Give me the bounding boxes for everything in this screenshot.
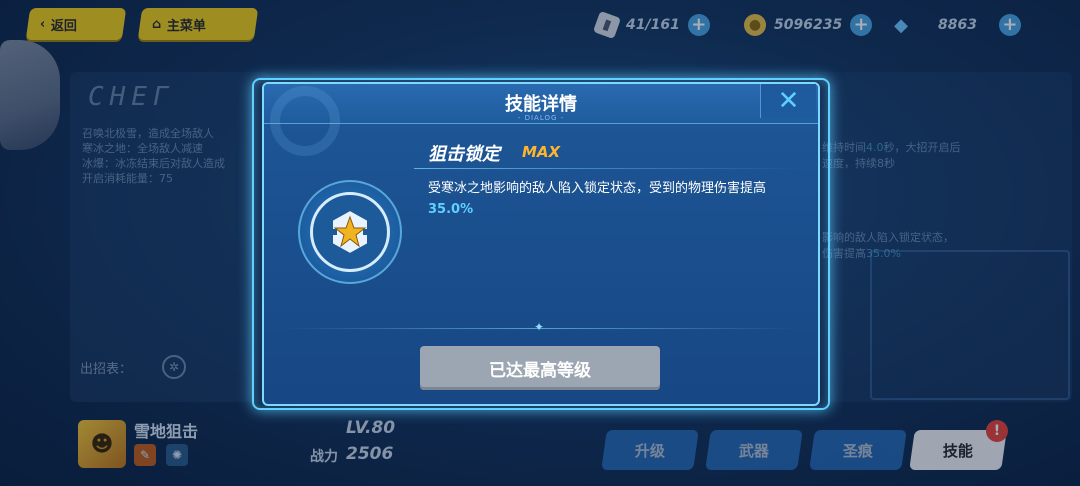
dialog-title: 技能详情 bbox=[505, 94, 577, 115]
dialog-header: 技能详情 - DIALOG - bbox=[264, 84, 818, 124]
skill-description-text: 受寒冰之地影响的敌人陷入锁定状态，受到的物理伤害提高 bbox=[428, 181, 767, 196]
max-level-button: 已达最高等级 bbox=[420, 346, 660, 390]
close-button[interactable]: ✕ bbox=[760, 84, 816, 118]
skill-level-badge: MAX bbox=[522, 143, 561, 161]
sparkle-icon: ✦ bbox=[534, 320, 545, 334]
crosshair-star-icon bbox=[329, 208, 371, 256]
skill-description-value: 35.0% bbox=[428, 202, 474, 217]
skill-description: 受寒冰之地影响的敌人陷入锁定状态，受到的物理伤害提高 35.0% bbox=[428, 178, 798, 220]
dialog-subtitle: - DIALOG - bbox=[517, 114, 565, 122]
skill-icon bbox=[310, 192, 390, 272]
skill-name-underline bbox=[414, 168, 804, 169]
skill-name: 狙击锁定 bbox=[428, 144, 500, 165]
dialog-decoration-ring bbox=[270, 86, 340, 156]
